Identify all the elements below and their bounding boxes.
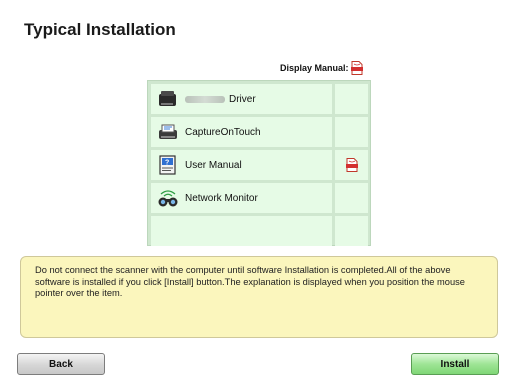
blurred-model-name bbox=[185, 95, 225, 103]
back-button[interactable]: Back bbox=[17, 353, 105, 375]
list-item-captureontouch[interactable]: CaptureOnTouch bbox=[151, 117, 368, 147]
list-item-main bbox=[151, 216, 332, 246]
list-item-driver[interactable]: Driver bbox=[151, 84, 368, 114]
manual-cell bbox=[335, 117, 368, 147]
manual-cell[interactable] bbox=[335, 150, 368, 180]
install-button[interactable]: Install bbox=[411, 353, 499, 375]
list-item-main[interactable]: ? User Manual bbox=[151, 150, 332, 180]
list-item-user-manual[interactable]: ? User Manual bbox=[151, 150, 368, 180]
list-item-label: User Manual bbox=[185, 159, 242, 171]
notice-text: Do not connect the scanner with the comp… bbox=[35, 265, 465, 298]
list-item-label: Driver bbox=[229, 93, 256, 105]
list-item-network-monitor[interactable]: Network Monitor bbox=[151, 183, 368, 213]
list-item-main[interactable]: CaptureOnTouch bbox=[151, 117, 332, 147]
list-item-label: CaptureOnTouch bbox=[185, 126, 261, 138]
pdf-icon[interactable] bbox=[345, 158, 358, 172]
display-manual-header: Display Manual: bbox=[280, 61, 363, 75]
list-item-main[interactable]: Driver bbox=[151, 84, 332, 114]
display-manual-label: Display Manual: bbox=[280, 63, 349, 73]
list-item-label: Network Monitor bbox=[185, 192, 258, 204]
manual-cell bbox=[335, 216, 368, 246]
manual-cell bbox=[335, 183, 368, 213]
installer-window: Typical Installation Display Manual: Dri… bbox=[0, 0, 509, 383]
list-item-empty bbox=[151, 216, 368, 246]
scanner-capture-icon bbox=[159, 124, 177, 139]
list-item-main[interactable]: Network Monitor bbox=[151, 183, 332, 213]
manual-cell bbox=[335, 84, 368, 114]
notice-box: Do not connect the scanner with the comp… bbox=[20, 256, 498, 338]
software-list: Driver CaptureOnTouch ? User Manual Netw… bbox=[147, 80, 371, 246]
scanner-icon bbox=[159, 91, 176, 106]
svg-text:?: ? bbox=[165, 160, 169, 167]
user-manual-icon: ? bbox=[159, 155, 176, 175]
pdf-icon bbox=[350, 61, 363, 75]
network-monitor-icon bbox=[158, 190, 178, 207]
page-title: Typical Installation bbox=[24, 20, 176, 39]
